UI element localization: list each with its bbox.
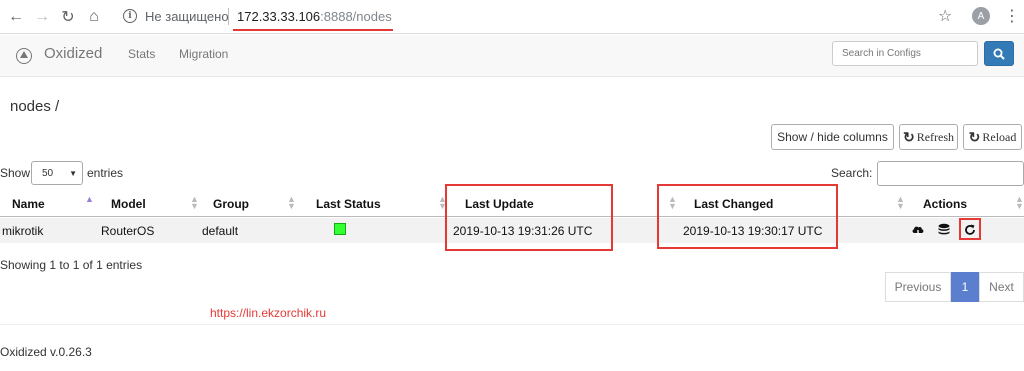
back-icon[interactable]: ← [6,7,26,27]
table-search-label: Search: [831,166,873,180]
entries-length-value: 50 [42,167,54,179]
column-header-model[interactable]: Model [111,197,146,211]
column-header-name[interactable]: Name [12,197,45,211]
pagination-page-1[interactable]: 1 [951,272,979,302]
url-annotation-underline [233,29,393,31]
reload-icon: ↻ [968,128,981,145]
forward-icon[interactable]: → [32,7,52,27]
refresh-button[interactable]: ↻ Refresh [899,124,958,150]
site-info-icon[interactable]: i [123,9,137,23]
sort-icon[interactable]: ▲ ▼ [1015,195,1024,211]
nav-link-migration[interactable]: Migration [179,47,228,61]
show-hide-columns-label: Show / hide columns [777,130,888,144]
refresh-label: Refresh [916,129,955,144]
table-info: Showing 1 to 1 of 1 entries [0,258,143,272]
bookmark-star-icon[interactable]: ☆ [938,6,952,26]
status-indicator [334,223,346,235]
brand-link[interactable]: Oxidized [44,45,102,62]
browser-toolbar: ← → ↻ ⌂ i Не защищено 172.33.33.106:8888… [0,0,1024,34]
highlight-last-changed [657,184,838,249]
footer-version: Oxidized v.0.26.3 [0,345,92,359]
sort-icon[interactable]: ▲ ▼ [190,195,199,211]
address-bar[interactable]: 172.33.33.106:8888/nodes [237,9,392,24]
url-path: :8888/nodes [320,9,392,24]
url-host: 172.33.33.106 [237,9,321,24]
nav-link-stats[interactable]: Stats [128,47,155,61]
reload-label: Reload [982,129,1017,144]
column-header-last-status[interactable]: Last Status [316,197,381,211]
show-hide-columns-button[interactable]: Show / hide columns [771,124,894,150]
page-title: nodes / [10,98,60,115]
highlight-last-update [445,184,613,251]
cell-group: default [202,224,239,238]
pagination-next[interactable]: Next [979,272,1024,302]
app-navbar: Oxidized Stats Migration [0,35,1024,77]
highlight-refresh-action [959,218,981,240]
show-label: Show [0,166,31,180]
footer-divider [0,324,1024,325]
profile-avatar[interactable]: A [972,7,990,25]
entries-length-select[interactable]: 50 ▼ [31,161,83,185]
chevron-down-icon: ▼ [69,169,77,178]
sort-asc-icon[interactable]: ▲ [85,195,94,204]
entries-label: entries [87,166,124,180]
reload-page-icon[interactable]: ↻ [58,7,78,27]
config-search-input[interactable] [832,41,978,66]
address-separator [228,8,229,25]
table-search-input[interactable] [877,161,1024,186]
database-icon[interactable] [937,223,951,237]
search-icon [993,48,1005,60]
cell-name[interactable]: mikrotik [2,224,43,238]
home-icon[interactable]: ⌂ [84,7,104,27]
sort-icon[interactable]: ▲ ▼ [287,195,296,211]
browser-menu-icon[interactable]: ⋮ [1004,6,1020,26]
watermark-text: https://lin.ekzorchik.ru [210,306,327,320]
column-header-actions: Actions [923,197,968,211]
insecure-label: Не защищено [145,9,229,24]
oxidized-logo-icon [16,48,32,64]
column-header-group[interactable]: Group [213,197,249,211]
pagination-previous[interactable]: Previous [885,272,951,302]
config-search-button[interactable] [984,41,1014,66]
cloud-download-icon[interactable] [911,223,925,237]
reload-button[interactable]: ↻ Reload [963,124,1022,150]
refresh-icon: ↻ [902,128,915,145]
cell-model: RouterOS [101,224,155,238]
sort-icon[interactable]: ▲ ▼ [896,195,905,211]
